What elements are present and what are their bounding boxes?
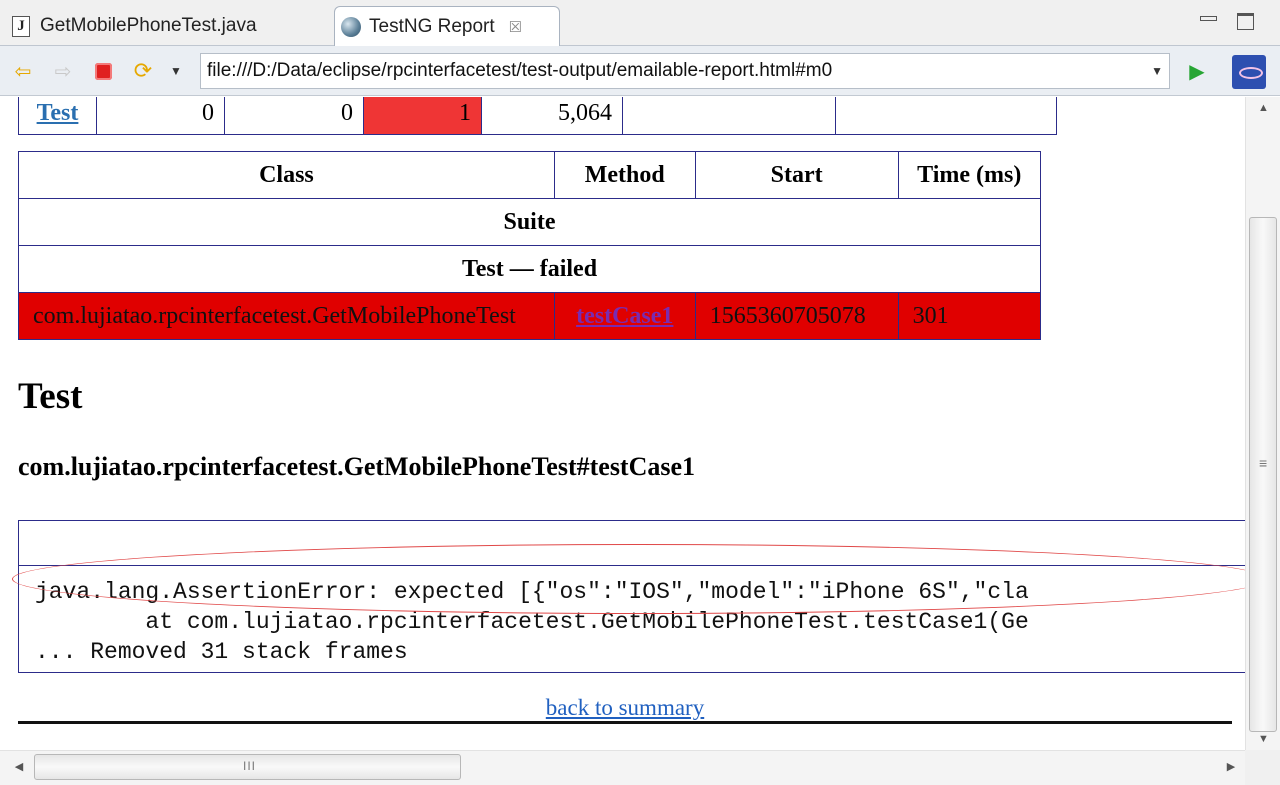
summary-cell (835, 97, 1057, 135)
method-link[interactable]: testCase1 (576, 303, 673, 329)
close-icon[interactable]: ☒ (509, 18, 522, 36)
globe-icon (341, 16, 361, 37)
url-text: file:///D:/Data/eclipse/rpcinterfacetest… (207, 60, 833, 81)
tab-testng-report[interactable]: TestNG Report ☒ (334, 6, 560, 46)
tab-label: TestNG Report (369, 15, 495, 37)
vertical-scrollbar[interactable]: ▲ ≡ ▼ (1245, 97, 1280, 750)
column-header: Class (18, 151, 555, 199)
summary-cell: 0 (224, 97, 364, 135)
eclipse-icon[interactable] (1232, 55, 1266, 89)
scroll-right-icon[interactable]: ▶ (1220, 751, 1242, 785)
grip-icon: III (243, 759, 257, 773)
test-link[interactable]: Test (37, 100, 79, 126)
summary-name-cell: Test (18, 97, 97, 135)
summary-failed-cell: 1 (363, 97, 482, 135)
summary-cell: 0 (96, 97, 225, 135)
go-play-icon[interactable]: ▶ (1184, 58, 1210, 84)
scroll-down-icon[interactable]: ▼ (1246, 728, 1280, 750)
stop-icon[interactable] (90, 58, 116, 84)
tab-java-file[interactable]: J GetMobilePhoneTest.java (2, 6, 332, 46)
suite-row: Suite (18, 198, 1041, 246)
summary-row: Test 0 0 1 5,064 (18, 97, 1057, 135)
vertical-scroll-thumb[interactable]: ≡ (1249, 217, 1277, 732)
grip-icon: ≡ (1259, 455, 1268, 471)
minimize-button[interactable] (1197, 8, 1219, 30)
summary-cell (622, 97, 836, 135)
scroll-left-icon[interactable]: ◀ (8, 751, 30, 785)
test-heading: Test (18, 376, 83, 417)
annotation-ellipse (12, 544, 1245, 614)
back-link-container: back to summary (0, 695, 1245, 721)
section-row: Test — failed (18, 245, 1041, 293)
summary-cell: 5,064 (481, 97, 623, 135)
chevron-down-icon[interactable]: ▼ (168, 58, 184, 84)
maximize-button[interactable] (1234, 8, 1256, 30)
trace-line: ... Removed 31 stack frames (35, 639, 408, 665)
scrollbar-corner (1245, 750, 1280, 785)
column-header: Method (553, 151, 696, 199)
back-arrow-icon[interactable]: ⇦ (10, 58, 36, 84)
results-table: Class Method Start Time (ms) Suite Test … (18, 151, 1042, 340)
class-cell: com.lujiatao.rpcinterfacetest.GetMobileP… (18, 292, 555, 340)
forward-arrow-icon[interactable]: ⇨ (50, 58, 76, 84)
tab-label: GetMobilePhoneTest.java (40, 15, 257, 36)
section-label: Test — failed (18, 245, 1041, 293)
editor-tab-bar: J GetMobilePhoneTest.java TestNG Report … (0, 0, 1280, 46)
suite-label: Suite (18, 198, 1041, 246)
start-cell: 1565360705078 (694, 292, 899, 340)
divider (18, 721, 1232, 724)
header-row: Class Method Start Time (ms) (18, 151, 1042, 199)
url-dropdown-icon[interactable]: ▼ (1151, 64, 1163, 78)
column-header: Start (694, 151, 899, 199)
browser-toolbar: ⇦ ⇨ ⟳ ▼ file:///D:/Data/eclipse/rpcinter… (0, 46, 1280, 96)
refresh-icon[interactable]: ⟳ (130, 58, 156, 84)
java-file-icon: J (12, 15, 30, 37)
url-input[interactable]: file:///D:/Data/eclipse/rpcinterfacetest… (200, 53, 1170, 89)
report-content: Test 0 0 1 5,064 Class Method Start Time… (0, 97, 1245, 750)
back-to-summary-link[interactable]: back to summary (546, 695, 704, 720)
method-heading: com.lujiatao.rpcinterfacetest.GetMobileP… (18, 452, 696, 481)
method-cell: testCase1 (553, 292, 696, 340)
horizontal-scrollbar[interactable]: ◀ III ▶ (0, 750, 1245, 785)
horizontal-scroll-thumb[interactable]: III (34, 754, 461, 780)
summary-table: Test 0 0 1 5,064 (18, 97, 1057, 135)
column-header: Time (ms) (897, 151, 1042, 199)
table-row: com.lujiatao.rpcinterfacetest.GetMobileP… (18, 292, 1042, 340)
time-cell: 301 (897, 292, 1042, 340)
scroll-up-icon[interactable]: ▲ (1246, 97, 1280, 119)
